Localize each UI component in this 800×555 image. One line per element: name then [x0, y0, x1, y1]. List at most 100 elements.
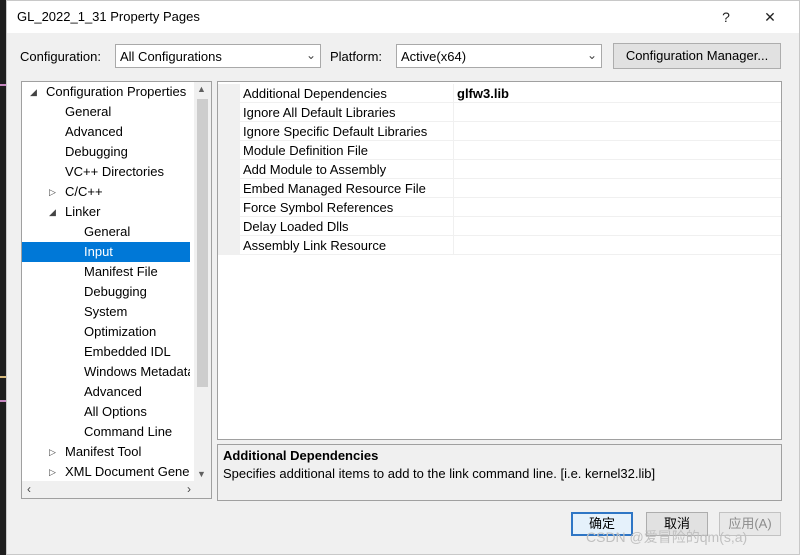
platform-value: Active(x64): [401, 49, 467, 64]
tree-item-label: Advanced: [84, 384, 142, 399]
configuration-dropdown[interactable]: All Configurations ⌄: [115, 44, 321, 68]
property-name: Assembly Link Resource: [243, 238, 387, 253]
tree-item[interactable]: Advanced: [22, 122, 190, 142]
tree-item[interactable]: ▷ Manifest Tool: [22, 442, 190, 462]
row-gutter: [218, 198, 240, 217]
chevron-down-icon: ⌄: [305, 48, 316, 62]
property-name: Ignore All Default Libraries: [243, 105, 396, 120]
tree-item[interactable]: Debugging: [22, 282, 190, 302]
category-tree[interactable]: ◢ Configuration Properties General Advanced…: [21, 81, 212, 499]
property-pages-dialog: GL_2022_1_31 Property Pages ? ✕ Configur…: [6, 0, 800, 555]
row-gutter: [218, 236, 240, 255]
tree-item[interactable]: General: [22, 102, 190, 122]
tree-vertical-scrollbar[interactable]: ▲ ▼: [194, 82, 211, 481]
tree-item[interactable]: System: [22, 302, 190, 322]
column-separator: [453, 179, 454, 198]
tree-item-label: Configuration Properties: [46, 84, 187, 99]
row-gutter: [218, 84, 240, 103]
property-row[interactable]: Ignore All Default Libraries: [218, 103, 781, 122]
tree-item[interactable]: Command Line: [22, 422, 190, 442]
property-name: Add Module to Assembly: [243, 162, 387, 177]
row-gutter: [218, 179, 240, 198]
scroll-right-icon[interactable]: ›: [187, 482, 191, 496]
property-name: Module Definition File: [243, 143, 369, 158]
tree-item[interactable]: ▷ XML Document Generator: [22, 462, 190, 482]
property-row[interactable]: Add Module to Assembly: [218, 160, 781, 179]
column-separator: [453, 122, 454, 141]
expanded-arrow-icon[interactable]: ◢: [49, 202, 59, 222]
tree-item[interactable]: Embedded IDL: [22, 342, 190, 362]
tree-item-label: General: [84, 224, 131, 239]
tree-item[interactable]: Windows Metadata: [22, 362, 190, 382]
tree-item-label: Debugging: [84, 284, 147, 299]
collapsed-arrow-icon[interactable]: ▷: [49, 442, 59, 462]
tree-item[interactable]: Optimization: [22, 322, 190, 342]
property-row[interactable]: Assembly Link Resource: [218, 236, 781, 255]
property-name: Force Symbol References: [243, 200, 394, 215]
row-gutter: [218, 122, 240, 141]
column-separator: [453, 84, 454, 103]
property-name: Embed Managed Resource File: [243, 181, 426, 196]
scrollbar-corner: [194, 481, 211, 498]
tree-item[interactable]: ◢ Configuration Properties: [22, 82, 190, 102]
property-row[interactable]: Ignore Specific Default Libraries: [218, 122, 781, 141]
tree-item[interactable]: ◢ Linker: [22, 202, 190, 222]
scroll-down-icon[interactable]: ▼: [197, 469, 206, 479]
column-separator: [453, 103, 454, 122]
property-row[interactable]: Delay Loaded Dlls: [218, 217, 781, 236]
tree-item-label: Optimization: [84, 324, 157, 339]
configuration-value: All Configurations: [120, 49, 222, 64]
tree-item-label: C/C++: [65, 184, 103, 199]
tree-item[interactable]: Debugging: [22, 142, 190, 162]
description-text: Specifies additional items to add to the…: [223, 466, 656, 481]
collapsed-arrow-icon[interactable]: ▷: [49, 462, 59, 482]
watermark: CSDN @爱冒险的qm(s,a): [586, 529, 748, 545]
tree-item-label: Windows Metadata: [84, 364, 190, 379]
close-button[interactable]: ✕: [756, 6, 784, 28]
tree-item-label: All Options: [84, 404, 147, 419]
help-button[interactable]: ?: [712, 6, 740, 28]
platform-dropdown[interactable]: Active(x64) ⌄: [396, 44, 602, 68]
tree-item-label: System: [84, 304, 128, 319]
property-row[interactable]: Module Definition File: [218, 141, 781, 160]
column-separator: [453, 160, 454, 179]
scroll-thumb[interactable]: [197, 99, 208, 387]
collapsed-arrow-icon[interactable]: ▷: [49, 182, 59, 202]
tree-item[interactable]: Input: [22, 242, 190, 262]
row-gutter: [218, 103, 240, 122]
scroll-left-icon[interactable]: ‹: [27, 482, 31, 496]
title-bar: GL_2022_1_31 Property Pages ? ✕: [7, 1, 799, 33]
tree-item-label: Manifest Tool: [65, 444, 142, 459]
tree-item[interactable]: VC++ Directories: [22, 162, 190, 182]
window-title: GL_2022_1_31 Property Pages: [17, 9, 200, 24]
tree-item[interactable]: General: [22, 222, 190, 242]
configuration-label: Configuration:: [20, 49, 101, 64]
tree-item-label: Embedded IDL: [84, 344, 171, 359]
property-value[interactable]: glfw3.lib: [457, 84, 509, 103]
property-name: Additional Dependencies: [243, 86, 387, 101]
property-name: Delay Loaded Dlls: [243, 219, 349, 234]
column-separator: [453, 236, 454, 255]
tree-item-label: Advanced: [65, 124, 123, 139]
configuration-manager-button[interactable]: Configuration Manager...: [613, 43, 781, 69]
column-separator: [453, 141, 454, 160]
tree-item[interactable]: All Options: [22, 402, 190, 422]
property-row[interactable]: Embed Managed Resource File: [218, 179, 781, 198]
property-grid[interactable]: Additional Dependencies glfw3.lib Ignore A…: [217, 81, 782, 440]
tree-horizontal-scrollbar[interactable]: ‹ ›: [22, 481, 196, 498]
scroll-up-icon[interactable]: ▲: [197, 84, 206, 94]
tree-item-label: Manifest File: [84, 264, 158, 279]
property-row[interactable]: Force Symbol References: [218, 198, 781, 217]
row-gutter: [218, 217, 240, 236]
tree-item[interactable]: ▷ C/C++: [22, 182, 190, 202]
row-gutter: [218, 160, 240, 179]
property-name: Ignore Specific Default Libraries: [243, 124, 428, 139]
tree-item-label: Linker: [65, 204, 101, 219]
tree-item-label: Debugging: [65, 144, 128, 159]
tree-item[interactable]: Manifest File: [22, 262, 190, 282]
tree-item-label: XML Document Generator: [65, 464, 190, 479]
expanded-arrow-icon[interactable]: ◢: [30, 82, 40, 102]
description-title: Additional Dependencies: [223, 448, 379, 463]
property-row[interactable]: Additional Dependencies glfw3.lib: [218, 84, 781, 103]
tree-item[interactable]: Advanced: [22, 382, 190, 402]
